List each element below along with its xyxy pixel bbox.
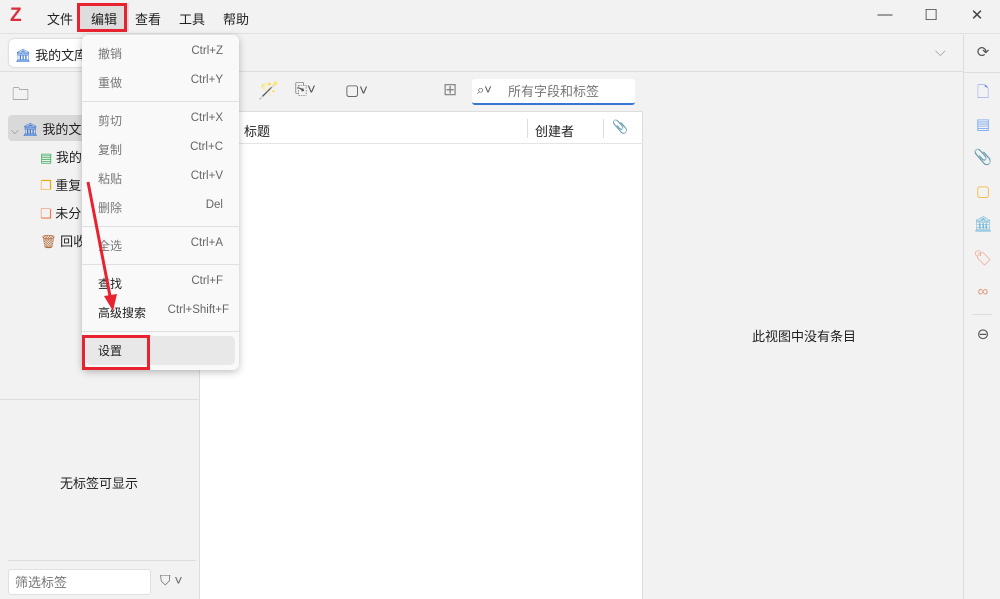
- annotation-arrow: [86, 181, 117, 311]
